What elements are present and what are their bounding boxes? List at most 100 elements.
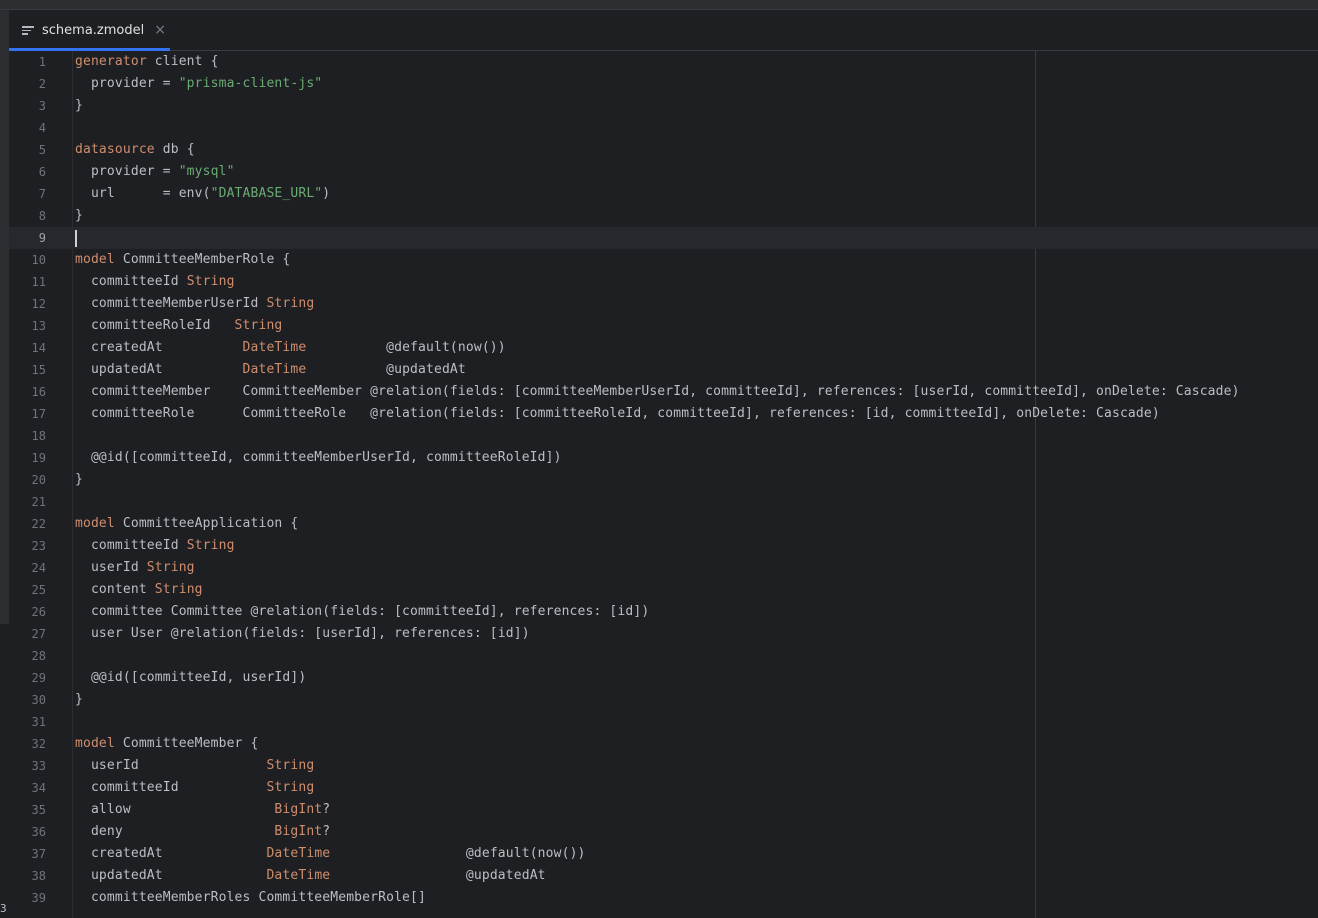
line-number: 16 <box>31 385 46 399</box>
file-text-icon <box>22 25 34 35</box>
code-line[interactable]: 12 committeeMemberUserId String <box>9 293 1318 315</box>
code-line[interactable]: 15 updatedAt DateTime @updatedAt <box>9 359 1318 381</box>
code-token: committeeMemberRoles CommitteeMemberRole… <box>75 890 426 905</box>
code-line[interactable]: 39 committeeMemberRoles CommitteeMemberR… <box>9 887 1318 909</box>
code-line[interactable]: 23 committeeId String <box>9 535 1318 557</box>
code-token: "prisma-client-js" <box>178 76 323 91</box>
text-caret <box>75 230 77 247</box>
code-text: url = env("DATABASE_URL") <box>75 183 330 205</box>
code-line[interactable]: 14 createdAt DateTime @default(now()) <box>9 337 1318 359</box>
code-token: committeeMember CommitteeMember @relatio… <box>75 384 1240 399</box>
line-number: 17 <box>31 407 46 421</box>
code-text: user User @relation(fields: [userId], re… <box>75 623 530 645</box>
code-line[interactable]: 36 deny BigInt? <box>9 821 1318 843</box>
code-token: @updatedAt <box>306 362 466 377</box>
code-token: DateTime <box>266 846 331 861</box>
code-line[interactable]: 9 <box>9 227 1318 249</box>
code-line[interactable]: 38 updatedAt DateTime @updatedAt <box>9 865 1318 887</box>
left-tool-strip <box>0 10 9 624</box>
code-line[interactable]: 3} <box>9 95 1318 117</box>
code-line[interactable]: 7 url = env("DATABASE_URL") <box>9 183 1318 205</box>
code-token: updatedAt <box>75 868 267 883</box>
code-text: createdAt DateTime @default(now()) <box>75 337 506 359</box>
code-lines[interactable]: 1 generator client {2 provider = "prisma-… <box>9 51 1318 909</box>
code-line[interactable]: 16 committeeMember CommitteeMember @rela… <box>9 381 1318 403</box>
code-token: String <box>266 296 315 311</box>
code-text: committeeMemberRoles CommitteeMemberRole… <box>75 887 426 909</box>
code-text: } <box>75 95 83 117</box>
line-number: 39 <box>31 891 46 905</box>
tab-schema-zmodel[interactable]: schema.zmodel × <box>9 10 170 51</box>
code-line[interactable]: 17 committeeRole CommitteeRole @relation… <box>9 403 1318 425</box>
code-line[interactable]: 18 <box>9 425 1318 447</box>
code-line[interactable]: 26 committee Committee @relation(fields:… <box>9 601 1318 623</box>
line-number: 34 <box>31 781 46 795</box>
code-token: @default(now()) <box>330 846 586 861</box>
line-number: 8 <box>38 209 46 223</box>
line-number: 11 <box>31 275 46 289</box>
code-line[interactable]: 25 content String <box>9 579 1318 601</box>
code-line[interactable]: 20} <box>9 469 1318 491</box>
code-line[interactable]: 27 user User @relation(fields: [userId],… <box>9 623 1318 645</box>
code-text: model CommitteeApplication { <box>75 513 298 535</box>
code-line[interactable]: 19 @@id([committeeId, committeeMemberUse… <box>9 447 1318 469</box>
code-line[interactable]: 33 userId String <box>9 755 1318 777</box>
line-number: 32 <box>31 737 46 751</box>
corner-glyph: 3 <box>0 902 7 915</box>
line-number: 27 <box>31 627 46 641</box>
code-token: committeeRoleId <box>75 318 235 333</box>
code-line[interactable]: 24 userId String <box>9 557 1318 579</box>
code-token: ? <box>322 824 331 839</box>
code-line[interactable]: 22 model CommitteeApplication { <box>9 513 1318 535</box>
code-line[interactable]: 5 datasource db { <box>9 139 1318 161</box>
line-number: 26 <box>31 605 46 619</box>
code-token: String <box>186 274 235 289</box>
code-text: updatedAt DateTime @updatedAt <box>75 359 466 381</box>
line-number: 2 <box>38 77 46 91</box>
code-line[interactable]: 34 committeeId String <box>9 777 1318 799</box>
code-token: provider = <box>75 76 179 91</box>
code-line[interactable]: 2 provider = "prisma-client-js" <box>9 73 1318 95</box>
line-number: 29 <box>31 671 46 685</box>
code-text: @@id([committeeId, committeeMemberUserId… <box>75 447 562 469</box>
line-number: 33 <box>31 759 46 773</box>
code-line[interactable]: 21 <box>9 491 1318 513</box>
code-line[interactable]: 4 <box>9 117 1318 139</box>
code-line[interactable]: 35 allow BigInt? <box>9 799 1318 821</box>
code-text: committeeId String <box>75 271 235 293</box>
line-number: 14 <box>31 341 46 355</box>
code-text: userId String <box>75 557 195 579</box>
code-token: content <box>75 582 155 597</box>
code-token: String <box>154 582 203 597</box>
code-line[interactable]: 31 <box>9 711 1318 733</box>
code-text: createdAt DateTime @default(now()) <box>75 843 586 865</box>
code-text: userId String <box>75 755 314 777</box>
code-line[interactable]: 1 generator client { <box>9 51 1318 73</box>
code-line[interactable]: 10 model CommitteeMemberRole { <box>9 249 1318 271</box>
code-token: } <box>75 472 83 487</box>
code-text: allow BigInt? <box>75 799 330 821</box>
code-line[interactable]: 30} <box>9 689 1318 711</box>
line-number: 35 <box>31 803 46 817</box>
code-token: committeeId <box>75 780 267 795</box>
line-number: 18 <box>31 429 46 443</box>
code-token: } <box>75 208 83 223</box>
code-line[interactable]: 37 createdAt DateTime @default(now()) <box>9 843 1318 865</box>
code-editor[interactable]: 1 generator client {2 provider = "prisma-… <box>9 51 1318 918</box>
code-line[interactable]: 13 committeeRoleId String <box>9 315 1318 337</box>
code-token: } <box>75 692 83 707</box>
code-line[interactable]: 32 model CommitteeMember { <box>9 733 1318 755</box>
code-token: db { <box>154 142 195 157</box>
code-text: provider = "prisma-client-js" <box>75 73 322 95</box>
close-icon[interactable]: × <box>154 22 166 38</box>
code-line[interactable]: 6 provider = "mysql" <box>9 161 1318 183</box>
code-line[interactable]: 11 committeeId String <box>9 271 1318 293</box>
code-token: @@id([committeeId, userId]) <box>75 670 307 685</box>
line-number: 38 <box>31 869 46 883</box>
code-line[interactable]: 29 @@id([committeeId, userId]) <box>9 667 1318 689</box>
code-text: model CommitteeMemberRole { <box>75 249 290 271</box>
code-line[interactable]: 28 <box>9 645 1318 667</box>
editor-tab-bar: schema.zmodel × <box>0 10 1318 51</box>
code-line[interactable]: 8} <box>9 205 1318 227</box>
code-text: committeeMember CommitteeMember @relatio… <box>75 381 1240 403</box>
